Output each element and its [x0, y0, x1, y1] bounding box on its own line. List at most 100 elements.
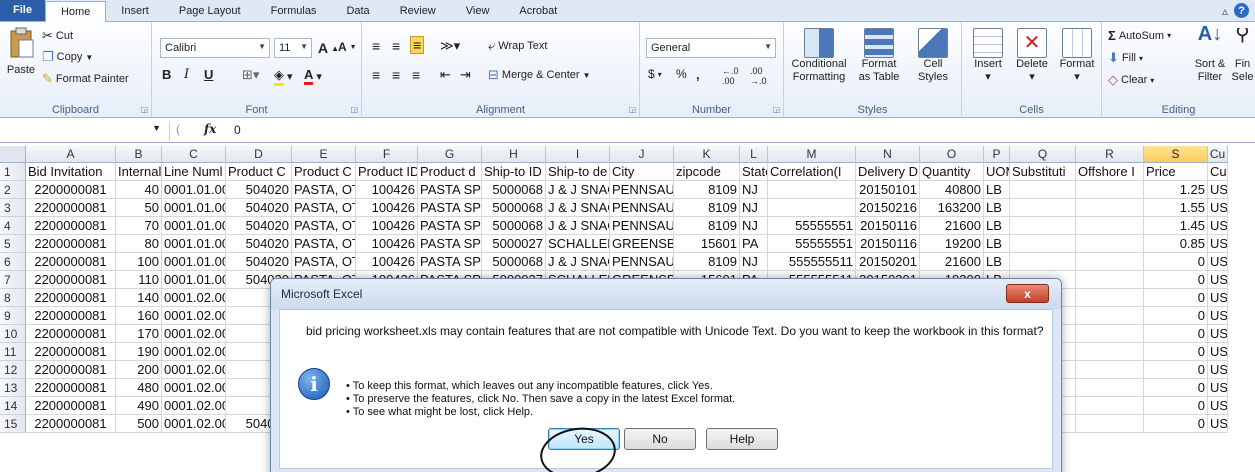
table-cell[interactable]: 0 — [1144, 343, 1208, 361]
column-header[interactable]: B — [116, 146, 162, 163]
column-header[interactable]: F — [356, 146, 418, 163]
row-header[interactable]: 7 — [0, 271, 26, 289]
table-cell[interactable]: 504020 — [226, 217, 292, 235]
table-cell[interactable]: 0.85 — [1144, 235, 1208, 253]
table-cell[interactable] — [1076, 235, 1144, 253]
table-cell[interactable]: 0001.01.00 — [162, 217, 226, 235]
table-cell[interactable] — [768, 199, 856, 217]
insert-cells-button[interactable]: Insert ▾ — [966, 28, 1010, 84]
help-icon[interactable]: ? — [1234, 3, 1249, 18]
column-header[interactable]: Cu — [1208, 146, 1228, 163]
font-name-combo[interactable]: Calibri ▼ — [160, 38, 270, 58]
table-cell[interactable]: 0001.02.00 — [162, 325, 226, 343]
table-cell[interactable]: LB — [984, 199, 1010, 217]
table-cell[interactable] — [1010, 181, 1076, 199]
alignment-launcher-icon[interactable]: ◲ — [628, 105, 636, 114]
table-cell[interactable]: 55555551 — [768, 235, 856, 253]
table-cell[interactable]: 2200000081 — [26, 397, 116, 415]
row-header[interactable]: 14 — [0, 397, 26, 415]
number-format-combo[interactable]: General ▼ — [646, 38, 776, 58]
table-cell[interactable]: 0 — [1144, 253, 1208, 271]
table-cell[interactable]: Product d — [418, 163, 482, 181]
table-cell[interactable]: 8109 — [674, 199, 740, 217]
underline-button[interactable]: U — [204, 67, 213, 82]
copy-button[interactable]: ❐ Copy ▼ — [42, 49, 93, 65]
minimize-ribbon-icon[interactable]: ▵ — [1222, 4, 1228, 18]
table-cell[interactable] — [1076, 199, 1144, 217]
table-cell[interactable]: 2200000081 — [26, 415, 116, 433]
insert-function-button[interactable]: fx — [204, 122, 216, 136]
currency-button[interactable]: $ ▾ — [648, 67, 662, 81]
table-cell[interactable]: Quantity — [920, 163, 984, 181]
tab-file[interactable]: File — [0, 0, 45, 21]
table-cell[interactable] — [1076, 343, 1144, 361]
table-cell[interactable]: US — [1208, 379, 1228, 397]
column-header[interactable]: E — [292, 146, 356, 163]
table-cell[interactable]: NJ — [740, 181, 768, 199]
tab-view[interactable]: View — [451, 1, 505, 21]
column-header[interactable]: I — [546, 146, 610, 163]
font-color-icon[interactable]: A ▾ — [304, 67, 322, 85]
table-cell[interactable]: 100 — [116, 253, 162, 271]
table-cell[interactable]: 2200000081 — [26, 217, 116, 235]
table-cell[interactable]: US — [1208, 415, 1228, 433]
table-cell[interactable]: 160 — [116, 307, 162, 325]
cut-button[interactable]: ✂ Cut — [42, 28, 73, 44]
table-cell[interactable]: PASTA, OT — [292, 253, 356, 271]
table-cell[interactable]: J & J SNAC — [546, 253, 610, 271]
table-cell[interactable]: 55555551 — [768, 217, 856, 235]
table-cell[interactable]: 140 — [116, 289, 162, 307]
comma-button[interactable]: , — [696, 67, 700, 82]
delete-cells-button[interactable]: ✕ Delete ▾ — [1010, 28, 1054, 84]
table-cell[interactable]: 2200000081 — [26, 199, 116, 217]
column-header[interactable]: M — [768, 146, 856, 163]
table-cell[interactable]: 0001.02.00 — [162, 343, 226, 361]
table-cell[interactable]: 15601 — [674, 235, 740, 253]
table-cell[interactable]: US — [1208, 253, 1228, 271]
table-cell[interactable]: 0001.02.00 — [162, 397, 226, 415]
table-cell[interactable]: US — [1208, 397, 1228, 415]
table-cell[interactable]: 2200000081 — [26, 181, 116, 199]
name-box[interactable]: ▼ — [0, 121, 170, 141]
table-cell[interactable]: Delivery D — [856, 163, 920, 181]
table-cell[interactable]: 2200000081 — [26, 379, 116, 397]
table-cell[interactable]: 0 — [1144, 289, 1208, 307]
table-cell[interactable]: 0 — [1144, 415, 1208, 433]
table-cell[interactable]: 8109 — [674, 181, 740, 199]
table-cell[interactable]: 5000068 — [482, 181, 546, 199]
table-cell[interactable]: 0001.01.00 — [162, 253, 226, 271]
table-cell[interactable]: US — [1208, 199, 1228, 217]
column-header[interactable]: Q — [1010, 146, 1076, 163]
tab-home[interactable]: Home — [44, 1, 107, 22]
table-cell[interactable]: 2200000081 — [26, 343, 116, 361]
format-painter-button[interactable]: ✎ Format Painter — [42, 71, 129, 87]
orientation-icon[interactable]: ≫▾ — [440, 38, 460, 54]
table-cell[interactable] — [1076, 253, 1144, 271]
table-cell[interactable]: 21600 — [920, 253, 984, 271]
increase-decimal-icon[interactable]: ←.0.00 — [722, 66, 739, 86]
table-cell[interactable]: 20150116 — [856, 217, 920, 235]
column-header[interactable]: J — [610, 146, 674, 163]
table-cell[interactable] — [1076, 415, 1144, 433]
merge-center-button[interactable]: ⊟ Merge & Center ▼ — [488, 67, 590, 83]
formula-input[interactable]: 0 — [234, 123, 241, 137]
table-cell[interactable] — [1076, 361, 1144, 379]
row-header[interactable]: 12 — [0, 361, 26, 379]
tab-review[interactable]: Review — [385, 1, 451, 21]
table-cell[interactable]: J & J SNAC — [546, 181, 610, 199]
align-middle-icon[interactable]: ≡ — [392, 38, 400, 54]
align-top-icon[interactable]: ≡ — [372, 38, 380, 54]
table-cell[interactable]: US — [1208, 181, 1228, 199]
column-header[interactable]: K — [674, 146, 740, 163]
align-center-icon[interactable]: ≡ — [392, 67, 400, 83]
table-cell[interactable]: PASTA SP — [418, 199, 482, 217]
increase-indent-icon[interactable]: ⇥ — [460, 67, 471, 83]
table-cell[interactable]: 20150201 — [856, 253, 920, 271]
table-cell[interactable]: Bid Invitation — [26, 163, 116, 181]
column-header[interactable]: C — [162, 146, 226, 163]
shrink-font-icon[interactable]: A ▼ — [338, 40, 357, 54]
close-button[interactable]: x — [1006, 284, 1049, 303]
table-cell[interactable]: GREENSBU — [610, 235, 674, 253]
table-cell[interactable]: 480 — [116, 379, 162, 397]
table-cell[interactable]: 0 — [1144, 271, 1208, 289]
